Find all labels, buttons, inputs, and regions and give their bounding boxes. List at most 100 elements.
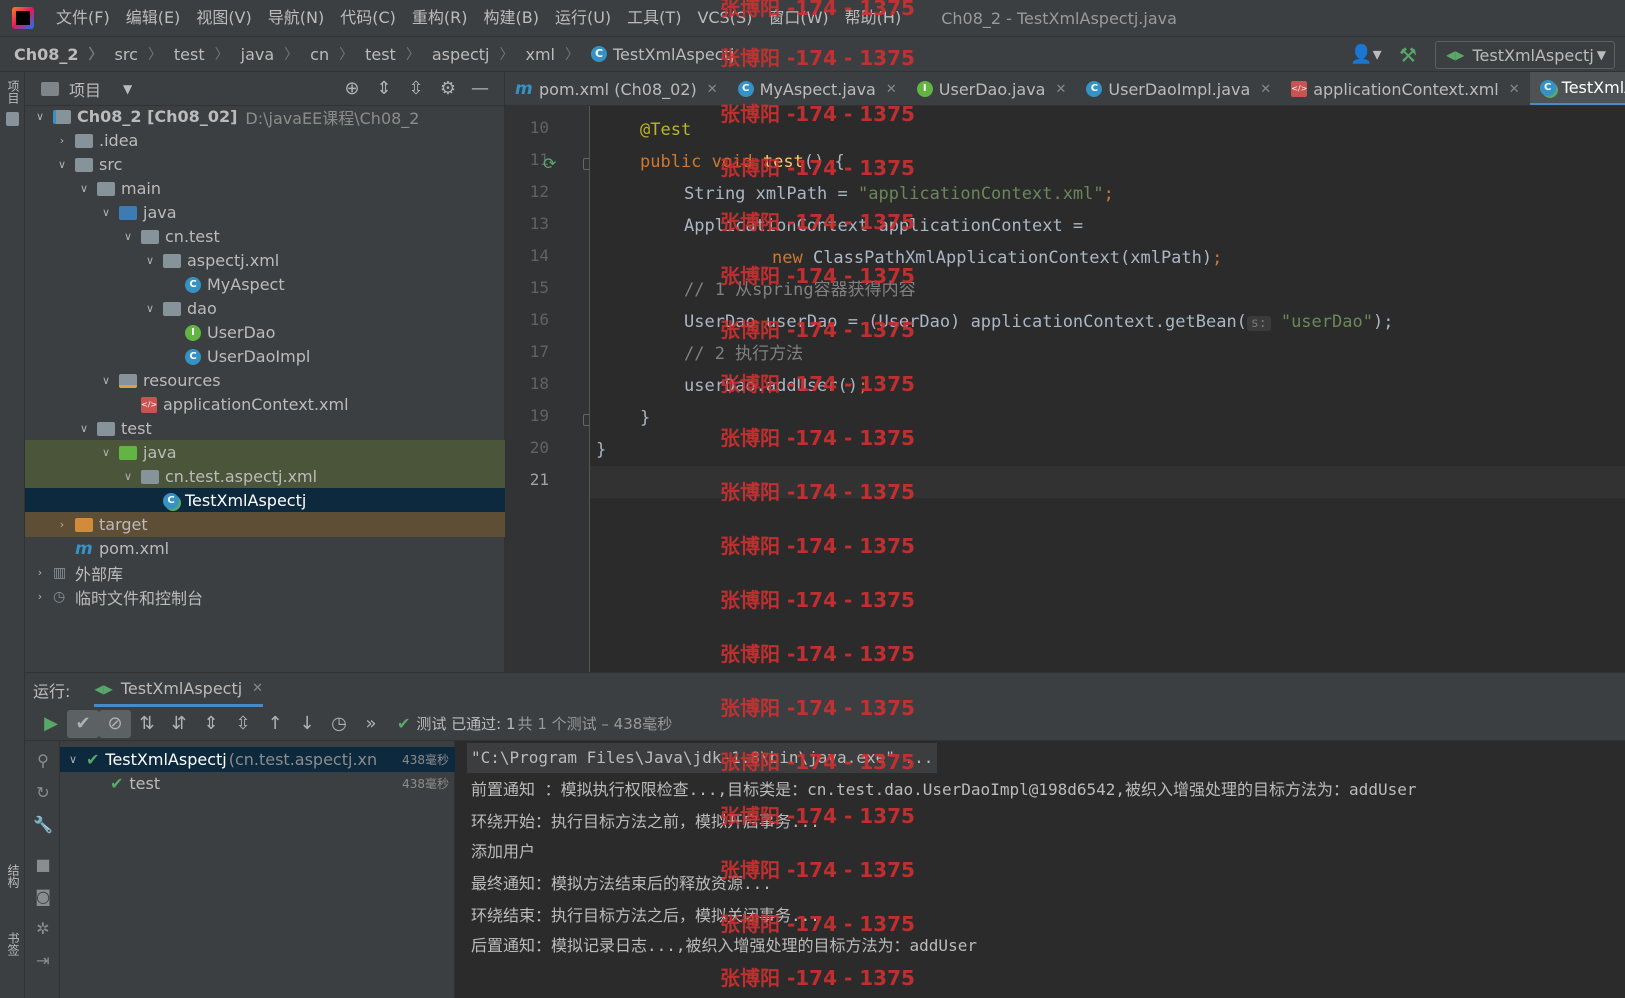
chevron-right-icon[interactable]: › <box>33 566 47 579</box>
chevron-right-icon[interactable]: › <box>55 518 69 531</box>
tree-item-testxmlaspectj[interactable]: · C TestXmlAspectj <box>25 488 505 513</box>
show-passed-icon[interactable]: ✔ <box>67 709 99 738</box>
chevron-down-icon[interactable]: ∨ <box>121 230 135 243</box>
rerun-failed-icon[interactable]: ↻ <box>33 783 53 803</box>
tree-item-test-java[interactable]: ∨ java <box>25 440 505 465</box>
tree-item-resources[interactable]: ∨ resources <box>25 368 505 393</box>
minimize-icon[interactable]: — <box>464 78 496 100</box>
menu-run[interactable]: 运行(U) <box>547 0 619 36</box>
chevron-right-icon[interactable]: › <box>55 134 69 147</box>
tab-pom-xml[interactable]: m pom.xml (Ch08_02) ✕ <box>505 72 728 105</box>
chevron-down-icon[interactable]: ∨ <box>55 158 69 171</box>
structure-tool-tab[interactable]: 结构 <box>3 864 22 888</box>
chevron-down-icon[interactable]: ∨ <box>77 422 91 435</box>
chevron-down-icon[interactable]: ∨ <box>143 254 157 267</box>
chevron-down-icon[interactable]: ∨ <box>121 470 135 483</box>
tree-item-idea[interactable]: › .idea <box>25 128 505 153</box>
tree-item-external-libraries[interactable]: › ▥ 外部库 <box>25 560 505 585</box>
chevron-down-icon[interactable]: ∨ <box>66 753 80 766</box>
tree-item-userdaoimpl[interactable]: · C UserDaoImpl <box>25 344 505 369</box>
breadcrumb-item[interactable]: cn 〉 <box>298 44 353 64</box>
menu-window[interactable]: 窗口(W) <box>760 0 836 36</box>
chevron-down-icon[interactable]: ∨ <box>99 374 113 387</box>
tree-item-dao[interactable]: ∨ dao <box>25 296 505 321</box>
close-icon[interactable]: ✕ <box>1260 82 1271 97</box>
run-configuration-select[interactable]: ◀▶ TestXmlAspectj ▼ <box>1435 41 1615 69</box>
breadcrumb-item[interactable]: xml 〉 <box>513 44 579 64</box>
project-panel-title[interactable]: 项目 <box>69 77 101 101</box>
chevron-down-icon[interactable]: ∨ <box>77 182 91 195</box>
tree-item-src[interactable]: ∨ src <box>25 152 505 177</box>
run-test-gutter-icon[interactable]: ⟳ <box>543 154 556 173</box>
breadcrumb-item[interactable]: test 〉 <box>353 44 420 64</box>
close-icon[interactable]: ✕ <box>707 82 718 97</box>
close-icon[interactable]: ✕ <box>886 82 897 97</box>
collapse-all-icon[interactable]: ⇳ <box>227 710 259 738</box>
tree-item-applicationcontext[interactable]: · </> applicationContext.xml <box>25 392 505 417</box>
expand-all-icon[interactable]: ⇕ <box>368 78 400 100</box>
tree-item-main[interactable]: ∨ main <box>25 176 505 201</box>
locate-icon[interactable]: ⊕ <box>336 78 368 100</box>
tree-item-myaspect[interactable]: · C MyAspect <box>25 272 505 297</box>
menu-view[interactable]: 视图(V) <box>188 0 259 36</box>
run-tab[interactable]: ◀▶ TestXmlAspectj ✕ <box>94 673 264 707</box>
prev-failed-icon[interactable]: ↑ <box>259 710 291 738</box>
breadcrumb-item[interactable]: aspectj 〉 <box>420 44 514 64</box>
tab-userdaoimpl[interactable]: C UserDaoImpl.java ✕ <box>1076 72 1281 105</box>
collapse-all-icon[interactable]: ⇳ <box>400 78 432 100</box>
pin-icon[interactable]: ⚲ <box>33 751 53 771</box>
tree-item-userdao[interactable]: · I UserDao <box>25 320 505 345</box>
close-icon[interactable]: ✕ <box>1509 82 1520 97</box>
more-icon[interactable]: » <box>355 710 387 738</box>
tree-item-main-java[interactable]: ∨ java <box>25 200 505 225</box>
menu-tools[interactable]: 工具(T) <box>619 0 689 36</box>
project-tool-tab[interactable]: 项目 <box>3 80 22 104</box>
sort-duration-icon[interactable]: ⇵ <box>163 710 195 738</box>
tree-item-target[interactable]: › target <box>25 512 505 537</box>
menu-help[interactable]: 帮助(H) <box>837 0 910 36</box>
menu-edit[interactable]: 编辑(E) <box>118 0 189 36</box>
tab-myaspect[interactable]: C MyAspect.java ✕ <box>728 72 907 105</box>
breadcrumb-item[interactable]: java 〉 <box>229 44 299 64</box>
chevron-down-icon[interactable]: ∨ <box>99 446 113 459</box>
tree-item-module[interactable]: ∨ Ch08_2 [Ch08_02] D:\javaEE课程\Ch08_2 <box>25 104 505 129</box>
build-hammer-icon[interactable]: ⚒ <box>1391 42 1425 68</box>
wrench-icon[interactable]: 🔧 <box>33 815 53 835</box>
breadcrumb-item[interactable]: test 〉 <box>162 44 229 64</box>
tree-item-pom[interactable]: · m pom.xml <box>25 536 505 561</box>
close-icon[interactable]: ✕ <box>252 681 263 696</box>
tab-userdao[interactable]: I UserDao.java ✕ <box>907 72 1077 105</box>
stop-icon[interactable]: ■ <box>33 855 53 875</box>
chevron-down-icon[interactable]: ∨ <box>143 302 157 315</box>
next-failed-icon[interactable]: ↓ <box>291 710 323 738</box>
tree-item-aspectj-xml[interactable]: ∨ aspectj.xml <box>25 248 505 273</box>
history-icon[interactable]: ◷ <box>323 710 355 738</box>
breadcrumb-item[interactable]: C TestXmlAspectj <box>579 45 734 64</box>
expand-all-icon[interactable]: ⇕ <box>195 710 227 738</box>
gear-icon[interactable]: ⚙ <box>432 78 464 100</box>
test-suite-row[interactable]: ∨ ✔ TestXmlAspectj (cn.test.aspectj.xn 4… <box>60 747 455 772</box>
tree-item-cn-test[interactable]: ∨ cn.test <box>25 224 505 249</box>
tree-item-test[interactable]: ∨ test <box>25 416 505 441</box>
tab-testxmlaspectj[interactable]: C TestXmlAspec <box>1529 72 1625 105</box>
sort-alpha-icon[interactable]: ⇅ <box>131 710 163 738</box>
menu-navigate[interactable]: 导航(N) <box>260 0 332 36</box>
breadcrumb-item[interactable]: src 〉 <box>103 44 162 64</box>
console-output[interactable]: "C:\Program Files\Java\jdk-1.8\bin\java.… <box>455 741 1625 998</box>
chevron-down-icon[interactable]: ∨ <box>33 110 47 123</box>
tab-applicationcontext[interactable]: </> applicationContext.xml ✕ <box>1281 72 1529 105</box>
exit-icon[interactable]: ⇥ <box>33 951 53 971</box>
menu-refactor[interactable]: 重构(R) <box>404 0 476 36</box>
user-icon[interactable]: 👤▾ <box>1349 42 1383 68</box>
show-ignored-icon[interactable]: ⊘ <box>99 709 131 738</box>
debug-icon[interactable]: ✲ <box>33 919 53 939</box>
chevron-down-icon[interactable]: ∨ <box>99 206 113 219</box>
tree-item-scratches[interactable]: › ◷ 临时文件和控制台 <box>25 584 505 609</box>
rerun-icon[interactable]: ▶ <box>35 710 67 738</box>
close-icon[interactable]: ✕ <box>1055 82 1066 97</box>
tree-item-test-package[interactable]: ∨ cn.test.aspectj.xml <box>25 464 505 489</box>
chevron-right-icon[interactable]: › <box>33 590 47 603</box>
menu-vcs[interactable]: VCS(S) <box>689 0 760 36</box>
code-editor[interactable]: @Test public void test() { String xmlPat… <box>590 106 1625 672</box>
breadcrumb-item[interactable]: Ch08_2 〉 <box>0 44 103 64</box>
